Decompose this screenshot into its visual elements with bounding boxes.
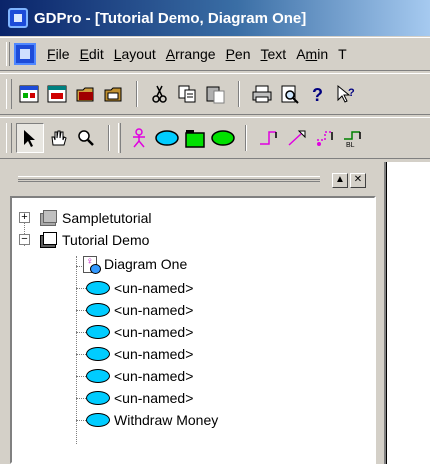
tree-expand-button[interactable]: + — [19, 212, 30, 223]
copy-icon[interactable] — [174, 79, 202, 109]
help-icon[interactable]: ? — [304, 79, 332, 109]
standard-toolbar: ? ? — [0, 73, 430, 115]
tree-item-use-case[interactable]: <un-named> — [86, 300, 193, 320]
zoom-icon[interactable] — [72, 123, 100, 153]
tree-item-use-case[interactable]: <un-named> — [86, 278, 193, 298]
print-preview-icon[interactable] — [276, 79, 304, 109]
panel-grip[interactable] — [18, 176, 320, 182]
menu-arrange[interactable]: Arrange — [161, 46, 221, 62]
tree-item-label: Tutorial Demo — [62, 232, 150, 248]
use-case-icon[interactable] — [153, 123, 181, 153]
folder-icon — [38, 210, 58, 226]
tree-item-label: <un-named> — [114, 324, 194, 340]
use-case-icon — [86, 391, 110, 405]
dependency-icon[interactable] — [311, 123, 339, 153]
use-case-icon — [86, 303, 110, 317]
tree-item-use-case[interactable]: <un-named> — [86, 344, 193, 364]
cut-icon[interactable] — [146, 79, 174, 109]
generalization-icon[interactable] — [283, 123, 311, 153]
tree-item-label: Diagram One — [104, 256, 188, 272]
toolbar-separator — [108, 125, 110, 151]
toolbar-separator — [136, 81, 138, 107]
menu-text[interactable]: Text — [256, 46, 292, 62]
save-icon[interactable] — [100, 79, 128, 109]
tree-item-withdraw-money[interactable]: Withdraw Money — [86, 410, 218, 430]
tree-item-label: <un-named> — [114, 368, 194, 384]
toolbar-separator — [245, 125, 247, 151]
use-case-icon — [86, 369, 110, 383]
extends-icon[interactable]: BL — [339, 123, 367, 153]
package-icon[interactable] — [181, 123, 209, 153]
app-icon[interactable] — [8, 8, 28, 28]
panel-minimize-button[interactable]: ▲ — [332, 173, 348, 188]
menu-bar: File Edit Layout Arrange Pen Text Amin T — [0, 37, 430, 71]
tree-item-label: <un-named> — [114, 390, 194, 406]
open-icon[interactable] — [72, 79, 100, 109]
association-icon[interactable] — [255, 123, 283, 153]
menu-admin[interactable]: Amin — [291, 46, 333, 62]
tree-item-label: <un-named> — [114, 302, 194, 318]
tree-item-label: Withdraw Money — [114, 412, 219, 428]
window-title: GDPro - [Tutorial Demo, Diagram One] — [34, 9, 307, 27]
tree-item-label: <un-named> — [114, 346, 194, 362]
actor-icon[interactable] — [125, 123, 153, 153]
document-menu-icon[interactable] — [14, 43, 36, 65]
green-ellipse-icon[interactable] — [209, 123, 237, 153]
folder-icon — [38, 232, 58, 248]
menu-edit[interactable]: Edit — [75, 46, 109, 62]
tree-item-label: Sampletutorial — [62, 210, 152, 226]
tree-item-use-case[interactable]: <un-named> — [86, 322, 193, 342]
svg-text:?: ? — [348, 87, 355, 99]
menu-file[interactable]: File — [42, 46, 75, 62]
svg-text:BL: BL — [346, 142, 355, 148]
drawing-toolbar: BL — [0, 117, 430, 159]
open-diagram-icon[interactable] — [44, 79, 72, 109]
context-help-icon[interactable]: ? — [332, 79, 360, 109]
diagram-canvas[interactable] — [386, 162, 430, 464]
panel-close-button[interactable]: ✕ — [350, 173, 366, 188]
tree-item-tutorial-demo[interactable]: Tutorial Demo — [38, 230, 149, 250]
toolbar-separator — [238, 81, 240, 107]
tree-item-use-case[interactable]: <un-named> — [86, 366, 193, 386]
explorer-panel: ▲ ✕ + Sampletutorial − Tutorial Demo ♀ D… — [0, 162, 386, 464]
select-arrow-icon[interactable] — [16, 123, 44, 153]
menu-layout[interactable]: Layout — [109, 46, 161, 62]
toolbar-grip[interactable] — [118, 123, 121, 153]
diagram-icon: ♀ — [80, 254, 101, 274]
hand-pan-icon[interactable] — [44, 123, 72, 153]
use-case-icon — [86, 413, 110, 427]
new-diagram-icon[interactable] — [16, 79, 44, 109]
menu-overflow[interactable]: T — [333, 46, 352, 62]
tree-item-label: <un-named> — [114, 280, 194, 296]
project-tree: + Sampletutorial − Tutorial Demo ♀ Diagr… — [10, 196, 376, 464]
paste-icon[interactable] — [202, 79, 230, 109]
panel-header[interactable]: ▲ ✕ — [10, 170, 376, 190]
tree-collapse-button[interactable]: − — [19, 234, 30, 245]
tree-connector — [76, 256, 77, 444]
toolbar-grip[interactable] — [6, 79, 12, 109]
menu-bar-grip[interactable] — [6, 42, 10, 66]
use-case-icon — [86, 347, 110, 361]
menu-pen[interactable]: Pen — [221, 46, 256, 62]
tree-item-use-case[interactable]: <un-named> — [86, 388, 193, 408]
tree-item-diagram-one[interactable]: ♀ Diagram One — [80, 254, 187, 274]
title-bar[interactable]: GDPro - [Tutorial Demo, Diagram One] — [0, 0, 430, 36]
use-case-icon — [86, 281, 110, 295]
svg-text:?: ? — [312, 85, 323, 104]
tree-item-sampletutorial[interactable]: Sampletutorial — [38, 208, 152, 228]
print-icon[interactable] — [248, 79, 276, 109]
toolbar-grip[interactable] — [6, 123, 12, 153]
use-case-icon — [86, 325, 110, 339]
